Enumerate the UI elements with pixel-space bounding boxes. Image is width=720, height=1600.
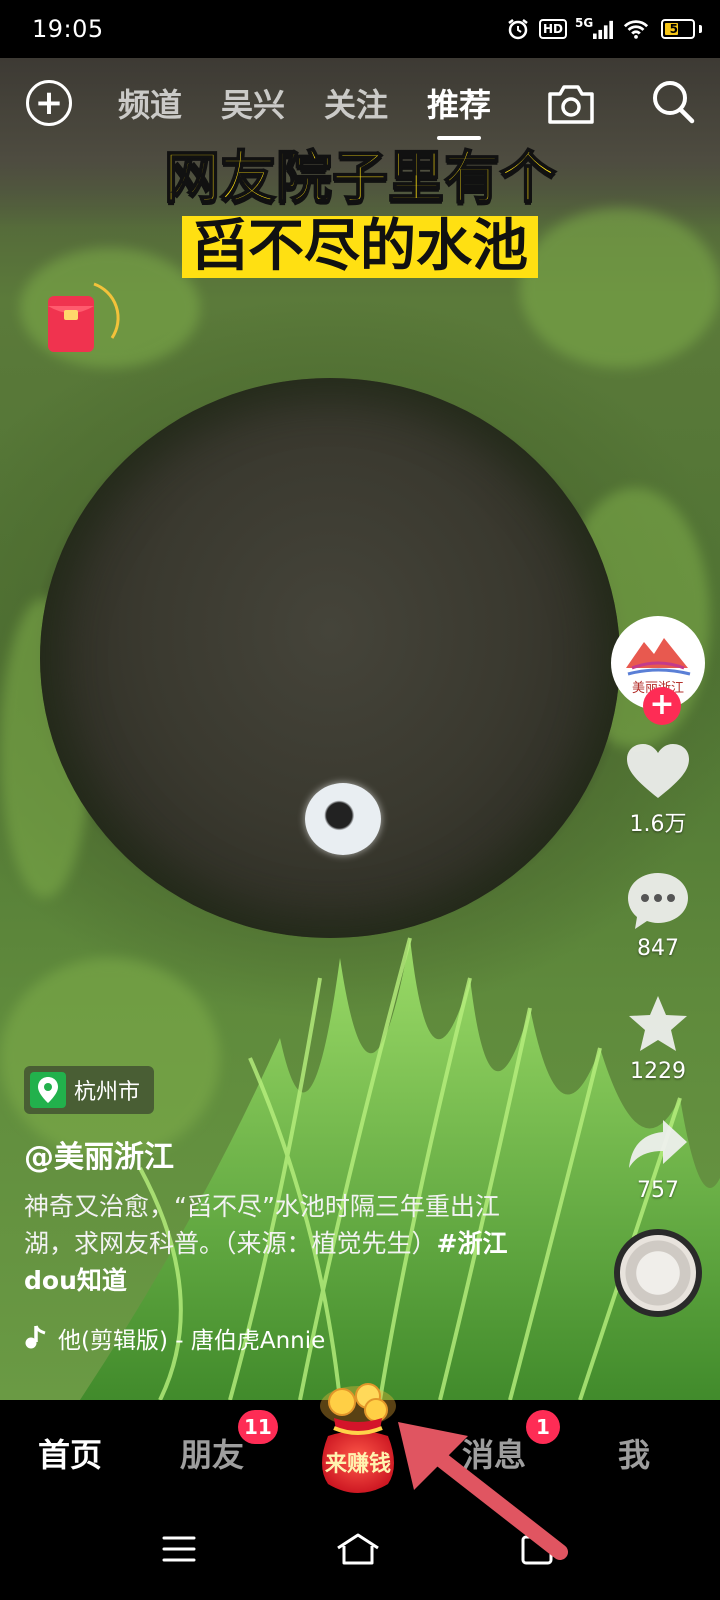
like-count: 1.6万: [629, 812, 687, 837]
comment-count: 847: [637, 936, 679, 961]
top-nav: + 频道 吴兴 关注 推荐: [0, 68, 720, 140]
share-arrow-icon: [629, 1120, 687, 1168]
tab-recommend[interactable]: 推荐: [427, 80, 491, 140]
avatar[interactable]: 美丽浙江 +: [611, 616, 705, 725]
heart-icon: [627, 744, 689, 798]
tab-channel[interactable]: 频道: [118, 80, 182, 126]
battery-icon: 51: [661, 19, 702, 39]
tab-wuxing[interactable]: 吴兴: [221, 80, 285, 126]
caption-line-2: 舀不尽的水池: [182, 216, 538, 278]
caption-line-1: 网友院子里有个: [163, 146, 557, 211]
alarm-icon: [505, 16, 531, 42]
music-title: 他(剪辑版) - 唐伯虎Annie: [58, 1328, 326, 1354]
system-nav-bar: [0, 1510, 720, 1600]
location-pin-icon: [30, 1072, 66, 1108]
menu-icon[interactable]: [162, 1534, 196, 1564]
comment-button[interactable]: 847: [625, 870, 691, 961]
music-note-icon: [25, 1325, 46, 1349]
like-button[interactable]: 1.6万: [625, 742, 691, 838]
signal-icon: 5G: [575, 16, 615, 42]
follow-button[interactable]: +: [643, 687, 681, 725]
music-info[interactable]: 他(剪辑版) - 唐伯虎Annie: [24, 1321, 384, 1355]
video-caption: 网友院子里有个 舀不尽的水池: [0, 146, 720, 278]
status-time: 19:05: [32, 15, 104, 43]
share-button[interactable]: 757: [625, 1116, 691, 1203]
action-rail: 美丽浙江 + 1.6万 847 1229 757: [610, 616, 706, 1317]
water-pond: [40, 378, 620, 938]
location-tag[interactable]: 杭州市: [24, 1066, 155, 1114]
author-name[interactable]: @美丽浙江: [24, 1132, 544, 1176]
battery-level: 51: [669, 22, 687, 36]
description-text: 神奇又治愈，“舀不尽”水池时隔三年重出江湖，求网友科普。（来源：植觉先生）: [24, 1192, 500, 1258]
favorite-button[interactable]: 1229: [625, 993, 691, 1084]
hd-icon: HD: [538, 19, 567, 39]
network-label: 5G: [575, 16, 594, 30]
search-icon[interactable]: [650, 78, 696, 126]
tab-me[interactable]: 我: [618, 1430, 650, 1476]
star-icon: [629, 996, 687, 1051]
video-description: 神奇又治愈，“舀不尽”水池时隔三年重出江湖，求网友科普。（来源：植觉先生）#浙江…: [24, 1188, 544, 1299]
tab-friends[interactable]: 朋友: [180, 1430, 244, 1476]
video-info: 杭州市 @美丽浙江 神奇又治愈，“舀不尽”水池时隔三年重出江湖，求网友科普。（来…: [24, 1066, 544, 1355]
wifi-icon: [623, 16, 649, 42]
red-envelope-icon[interactable]: [42, 278, 122, 358]
camera-icon[interactable]: [546, 80, 596, 126]
status-icons: HD 5G 51: [505, 16, 702, 42]
location-label: 杭州市: [74, 1080, 141, 1105]
favorite-count: 1229: [630, 1059, 686, 1084]
friends-badge: 11: [238, 1410, 278, 1444]
tab-following[interactable]: 关注: [324, 80, 388, 126]
floating-ball: [305, 783, 381, 855]
share-count: 757: [637, 1178, 679, 1203]
music-disc-icon[interactable]: [614, 1229, 702, 1317]
plus-circle-icon[interactable]: +: [26, 80, 72, 126]
tab-home[interactable]: 首页: [38, 1430, 102, 1476]
home-icon[interactable]: [334, 1532, 382, 1566]
comment-icon: [628, 873, 688, 929]
status-bar: 19:05 HD 5G 51: [0, 0, 720, 58]
annotation-arrow-icon: [398, 1422, 568, 1560]
